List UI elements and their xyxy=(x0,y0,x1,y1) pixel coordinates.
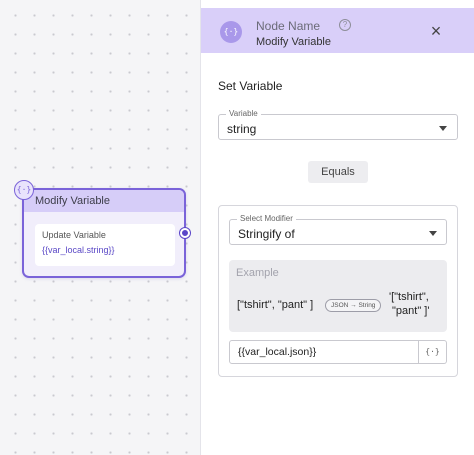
close-icon[interactable]: × xyxy=(427,22,445,40)
section-title: Set Variable xyxy=(218,79,283,93)
chevron-down-icon xyxy=(439,126,447,131)
node-body-label: Update Variable xyxy=(42,230,106,240)
node-body-value: {{var_local.string}} xyxy=(42,245,115,255)
node-settings-panel: {·} Node Name ? Modify Variable × Set Va… xyxy=(201,0,474,455)
node-title: Modify Variable xyxy=(24,190,184,212)
equals-button[interactable]: Equals xyxy=(308,161,368,183)
modifier-select-value: Stringify of xyxy=(238,227,295,241)
chevron-down-icon xyxy=(429,231,437,236)
example-output-line-1: '["tshirt", xyxy=(389,291,429,303)
node-body: Update Variable {{var_local.string}} xyxy=(35,224,175,266)
example-title: Example xyxy=(236,267,279,279)
variable-select[interactable]: Variable string xyxy=(218,109,458,140)
variable-picker-button[interactable]: {·} xyxy=(419,340,447,364)
modifier-select[interactable]: Select Modifier Stringify of xyxy=(229,214,447,245)
example-input: ["tshirt", "pant" ] xyxy=(237,299,314,311)
help-icon[interactable]: ? xyxy=(339,19,351,31)
modifier-select-label: Select Modifier xyxy=(237,214,296,223)
variable-braces-icon: {·} xyxy=(220,21,242,43)
node-name-label: Node Name xyxy=(256,19,321,33)
example-box: Example ["tshirt", "pant" ] JSON → Strin… xyxy=(229,260,447,332)
example-output-line-2: "pant" ]' xyxy=(392,305,430,317)
node-output-port[interactable] xyxy=(180,228,190,238)
json-variable-input[interactable]: {{var_local.json}} xyxy=(229,340,419,364)
transform-badge: JSON → String xyxy=(325,299,382,312)
modify-variable-node[interactable]: Modify Variable Update Variable {{var_lo… xyxy=(22,188,186,278)
variable-select-value: string xyxy=(227,122,257,136)
variable-select-label: Variable xyxy=(226,109,261,118)
example-output: '["tshirt", "pant" ]' xyxy=(389,290,429,318)
node-name-value[interactable]: Modify Variable xyxy=(256,36,331,48)
panel-header: {·} Node Name ? Modify Variable × xyxy=(201,8,474,53)
variable-braces-icon: {·} xyxy=(14,180,34,200)
modifier-card: Select Modifier Stringify of Example ["t… xyxy=(218,205,458,377)
flow-canvas[interactable]: Modify Variable Update Variable {{var_lo… xyxy=(0,0,201,455)
